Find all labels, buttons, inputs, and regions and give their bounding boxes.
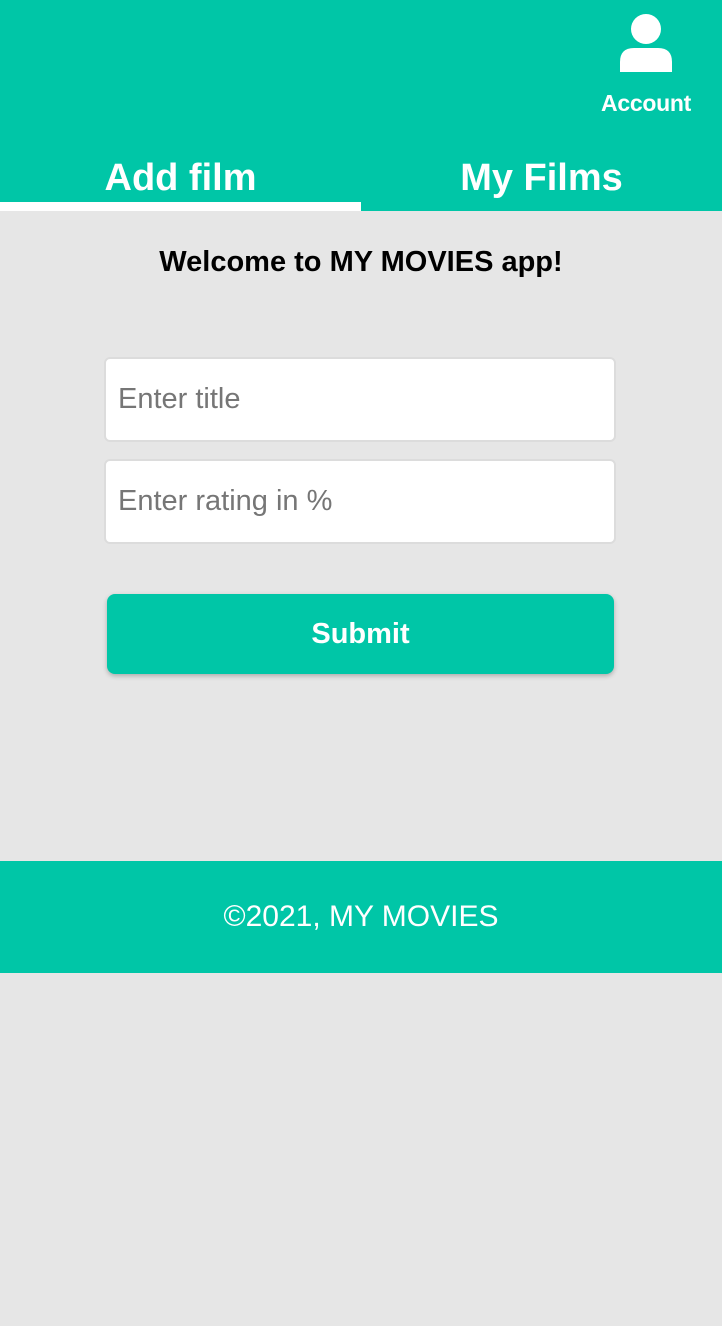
account-button[interactable]: Account bbox=[596, 14, 696, 120]
user-icon bbox=[620, 14, 672, 72]
account-label: Account bbox=[601, 90, 691, 116]
tab-my-films[interactable]: My Films bbox=[361, 150, 722, 211]
tab-bar: Add film My Films bbox=[0, 150, 722, 211]
submit-button[interactable]: Submit bbox=[107, 594, 614, 674]
footer-copyright: ©2021, MY MOVIES bbox=[223, 900, 499, 933]
rating-input[interactable] bbox=[104, 459, 616, 544]
title-input[interactable] bbox=[104, 357, 616, 442]
welcome-heading: Welcome to MY MOVIES app! bbox=[159, 246, 563, 278]
app-footer: ©2021, MY MOVIES bbox=[0, 861, 722, 973]
tab-add-film[interactable]: Add film bbox=[0, 150, 361, 211]
app-header: Account Add film My Films bbox=[0, 0, 722, 211]
